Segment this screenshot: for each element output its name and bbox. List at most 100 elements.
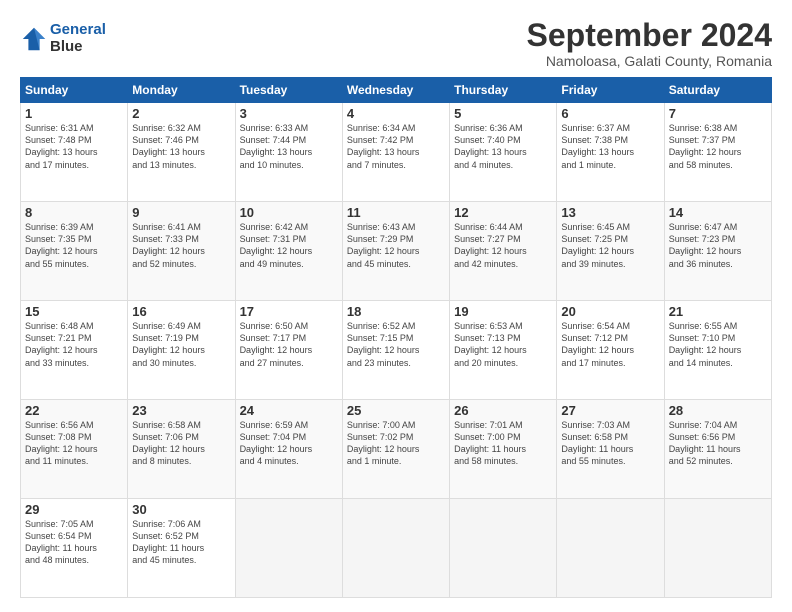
day-number: 9: [132, 205, 230, 220]
day-info: Sunrise: 6:59 AM Sunset: 7:04 PM Dayligh…: [240, 419, 338, 468]
day-info: Sunrise: 6:37 AM Sunset: 7:38 PM Dayligh…: [561, 122, 659, 171]
day-info: Sunrise: 6:50 AM Sunset: 7:17 PM Dayligh…: [240, 320, 338, 369]
day-info: Sunrise: 7:00 AM Sunset: 7:02 PM Dayligh…: [347, 419, 445, 468]
day-info: Sunrise: 6:36 AM Sunset: 7:40 PM Dayligh…: [454, 122, 552, 171]
day-number: 7: [669, 106, 767, 121]
day-number: 24: [240, 403, 338, 418]
calendar-cell: 12Sunrise: 6:44 AM Sunset: 7:27 PM Dayli…: [450, 202, 557, 301]
calendar-cell: 30Sunrise: 7:06 AM Sunset: 6:52 PM Dayli…: [128, 499, 235, 598]
calendar-cell: 11Sunrise: 6:43 AM Sunset: 7:29 PM Dayli…: [342, 202, 449, 301]
logo-text: General Blue: [50, 22, 106, 55]
day-info: Sunrise: 6:58 AM Sunset: 7:06 PM Dayligh…: [132, 419, 230, 468]
day-info: Sunrise: 6:41 AM Sunset: 7:33 PM Dayligh…: [132, 221, 230, 270]
calendar-cell: 13Sunrise: 6:45 AM Sunset: 7:25 PM Dayli…: [557, 202, 664, 301]
calendar-table: Sunday Monday Tuesday Wednesday Thursday…: [20, 77, 772, 598]
day-info: Sunrise: 6:52 AM Sunset: 7:15 PM Dayligh…: [347, 320, 445, 369]
calendar-header-row: Sunday Monday Tuesday Wednesday Thursday…: [21, 78, 772, 103]
day-number: 16: [132, 304, 230, 319]
day-number: 3: [240, 106, 338, 121]
day-number: 5: [454, 106, 552, 121]
calendar-cell: 22Sunrise: 6:56 AM Sunset: 7:08 PM Dayli…: [21, 400, 128, 499]
day-info: Sunrise: 6:55 AM Sunset: 7:10 PM Dayligh…: [669, 320, 767, 369]
day-info: Sunrise: 7:05 AM Sunset: 6:54 PM Dayligh…: [25, 518, 123, 567]
calendar-cell: 24Sunrise: 6:59 AM Sunset: 7:04 PM Dayli…: [235, 400, 342, 499]
calendar-cell: 16Sunrise: 6:49 AM Sunset: 7:19 PM Dayli…: [128, 301, 235, 400]
day-number: 8: [25, 205, 123, 220]
day-number: 14: [669, 205, 767, 220]
day-info: Sunrise: 6:53 AM Sunset: 7:13 PM Dayligh…: [454, 320, 552, 369]
logo: General Blue: [20, 22, 106, 55]
day-number: 20: [561, 304, 659, 319]
day-info: Sunrise: 6:54 AM Sunset: 7:12 PM Dayligh…: [561, 320, 659, 369]
calendar-cell: [342, 499, 449, 598]
day-info: Sunrise: 7:03 AM Sunset: 6:58 PM Dayligh…: [561, 419, 659, 468]
day-number: 13: [561, 205, 659, 220]
calendar-week-row: 15Sunrise: 6:48 AM Sunset: 7:21 PM Dayli…: [21, 301, 772, 400]
day-info: Sunrise: 6:39 AM Sunset: 7:35 PM Dayligh…: [25, 221, 123, 270]
calendar-cell: 26Sunrise: 7:01 AM Sunset: 7:00 PM Dayli…: [450, 400, 557, 499]
day-info: Sunrise: 7:04 AM Sunset: 6:56 PM Dayligh…: [669, 419, 767, 468]
day-info: Sunrise: 7:06 AM Sunset: 6:52 PM Dayligh…: [132, 518, 230, 567]
day-number: 18: [347, 304, 445, 319]
calendar-cell: 17Sunrise: 6:50 AM Sunset: 7:17 PM Dayli…: [235, 301, 342, 400]
calendar-week-row: 1Sunrise: 6:31 AM Sunset: 7:48 PM Daylig…: [21, 103, 772, 202]
calendar-week-row: 8Sunrise: 6:39 AM Sunset: 7:35 PM Daylig…: [21, 202, 772, 301]
logo-line2: Blue: [50, 39, 106, 56]
calendar-cell: 15Sunrise: 6:48 AM Sunset: 7:21 PM Dayli…: [21, 301, 128, 400]
calendar-cell: 10Sunrise: 6:42 AM Sunset: 7:31 PM Dayli…: [235, 202, 342, 301]
day-info: Sunrise: 6:49 AM Sunset: 7:19 PM Dayligh…: [132, 320, 230, 369]
calendar-cell: 27Sunrise: 7:03 AM Sunset: 6:58 PM Dayli…: [557, 400, 664, 499]
calendar-cell: 7Sunrise: 6:38 AM Sunset: 7:37 PM Daylig…: [664, 103, 771, 202]
day-number: 17: [240, 304, 338, 319]
day-number: 28: [669, 403, 767, 418]
calendar-cell: 2Sunrise: 6:32 AM Sunset: 7:46 PM Daylig…: [128, 103, 235, 202]
day-info: Sunrise: 6:33 AM Sunset: 7:44 PM Dayligh…: [240, 122, 338, 171]
day-info: Sunrise: 6:43 AM Sunset: 7:29 PM Dayligh…: [347, 221, 445, 270]
day-number: 12: [454, 205, 552, 220]
calendar-cell: 14Sunrise: 6:47 AM Sunset: 7:23 PM Dayli…: [664, 202, 771, 301]
day-info: Sunrise: 6:56 AM Sunset: 7:08 PM Dayligh…: [25, 419, 123, 468]
day-number: 15: [25, 304, 123, 319]
calendar-cell: 6Sunrise: 6:37 AM Sunset: 7:38 PM Daylig…: [557, 103, 664, 202]
day-number: 11: [347, 205, 445, 220]
month-title: September 2024: [527, 18, 772, 53]
calendar-cell: [235, 499, 342, 598]
calendar-cell: 25Sunrise: 7:00 AM Sunset: 7:02 PM Dayli…: [342, 400, 449, 499]
calendar-cell: 18Sunrise: 6:52 AM Sunset: 7:15 PM Dayli…: [342, 301, 449, 400]
col-saturday: Saturday: [664, 78, 771, 103]
day-info: Sunrise: 6:47 AM Sunset: 7:23 PM Dayligh…: [669, 221, 767, 270]
day-number: 21: [669, 304, 767, 319]
calendar-cell: 9Sunrise: 6:41 AM Sunset: 7:33 PM Daylig…: [128, 202, 235, 301]
col-wednesday: Wednesday: [342, 78, 449, 103]
day-info: Sunrise: 7:01 AM Sunset: 7:00 PM Dayligh…: [454, 419, 552, 468]
col-thursday: Thursday: [450, 78, 557, 103]
title-area: September 2024 Namoloasa, Galati County,…: [527, 18, 772, 69]
day-number: 30: [132, 502, 230, 517]
calendar-cell: 23Sunrise: 6:58 AM Sunset: 7:06 PM Dayli…: [128, 400, 235, 499]
calendar-cell: 19Sunrise: 6:53 AM Sunset: 7:13 PM Dayli…: [450, 301, 557, 400]
logo-icon: [20, 25, 48, 53]
calendar-week-row: 29Sunrise: 7:05 AM Sunset: 6:54 PM Dayli…: [21, 499, 772, 598]
day-number: 4: [347, 106, 445, 121]
calendar-cell: [557, 499, 664, 598]
calendar-cell: [450, 499, 557, 598]
day-number: 6: [561, 106, 659, 121]
header: General Blue September 2024 Namoloasa, G…: [20, 18, 772, 69]
calendar-cell: 5Sunrise: 6:36 AM Sunset: 7:40 PM Daylig…: [450, 103, 557, 202]
day-number: 19: [454, 304, 552, 319]
page: General Blue September 2024 Namoloasa, G…: [0, 0, 792, 612]
calendar-cell: [664, 499, 771, 598]
day-number: 26: [454, 403, 552, 418]
calendar-cell: 21Sunrise: 6:55 AM Sunset: 7:10 PM Dayli…: [664, 301, 771, 400]
calendar-cell: 29Sunrise: 7:05 AM Sunset: 6:54 PM Dayli…: [21, 499, 128, 598]
day-number: 10: [240, 205, 338, 220]
day-info: Sunrise: 6:44 AM Sunset: 7:27 PM Dayligh…: [454, 221, 552, 270]
day-info: Sunrise: 6:38 AM Sunset: 7:37 PM Dayligh…: [669, 122, 767, 171]
day-info: Sunrise: 6:32 AM Sunset: 7:46 PM Dayligh…: [132, 122, 230, 171]
calendar-cell: 1Sunrise: 6:31 AM Sunset: 7:48 PM Daylig…: [21, 103, 128, 202]
calendar-cell: 8Sunrise: 6:39 AM Sunset: 7:35 PM Daylig…: [21, 202, 128, 301]
location-subtitle: Namoloasa, Galati County, Romania: [527, 53, 772, 69]
day-number: 23: [132, 403, 230, 418]
calendar-cell: 4Sunrise: 6:34 AM Sunset: 7:42 PM Daylig…: [342, 103, 449, 202]
col-sunday: Sunday: [21, 78, 128, 103]
